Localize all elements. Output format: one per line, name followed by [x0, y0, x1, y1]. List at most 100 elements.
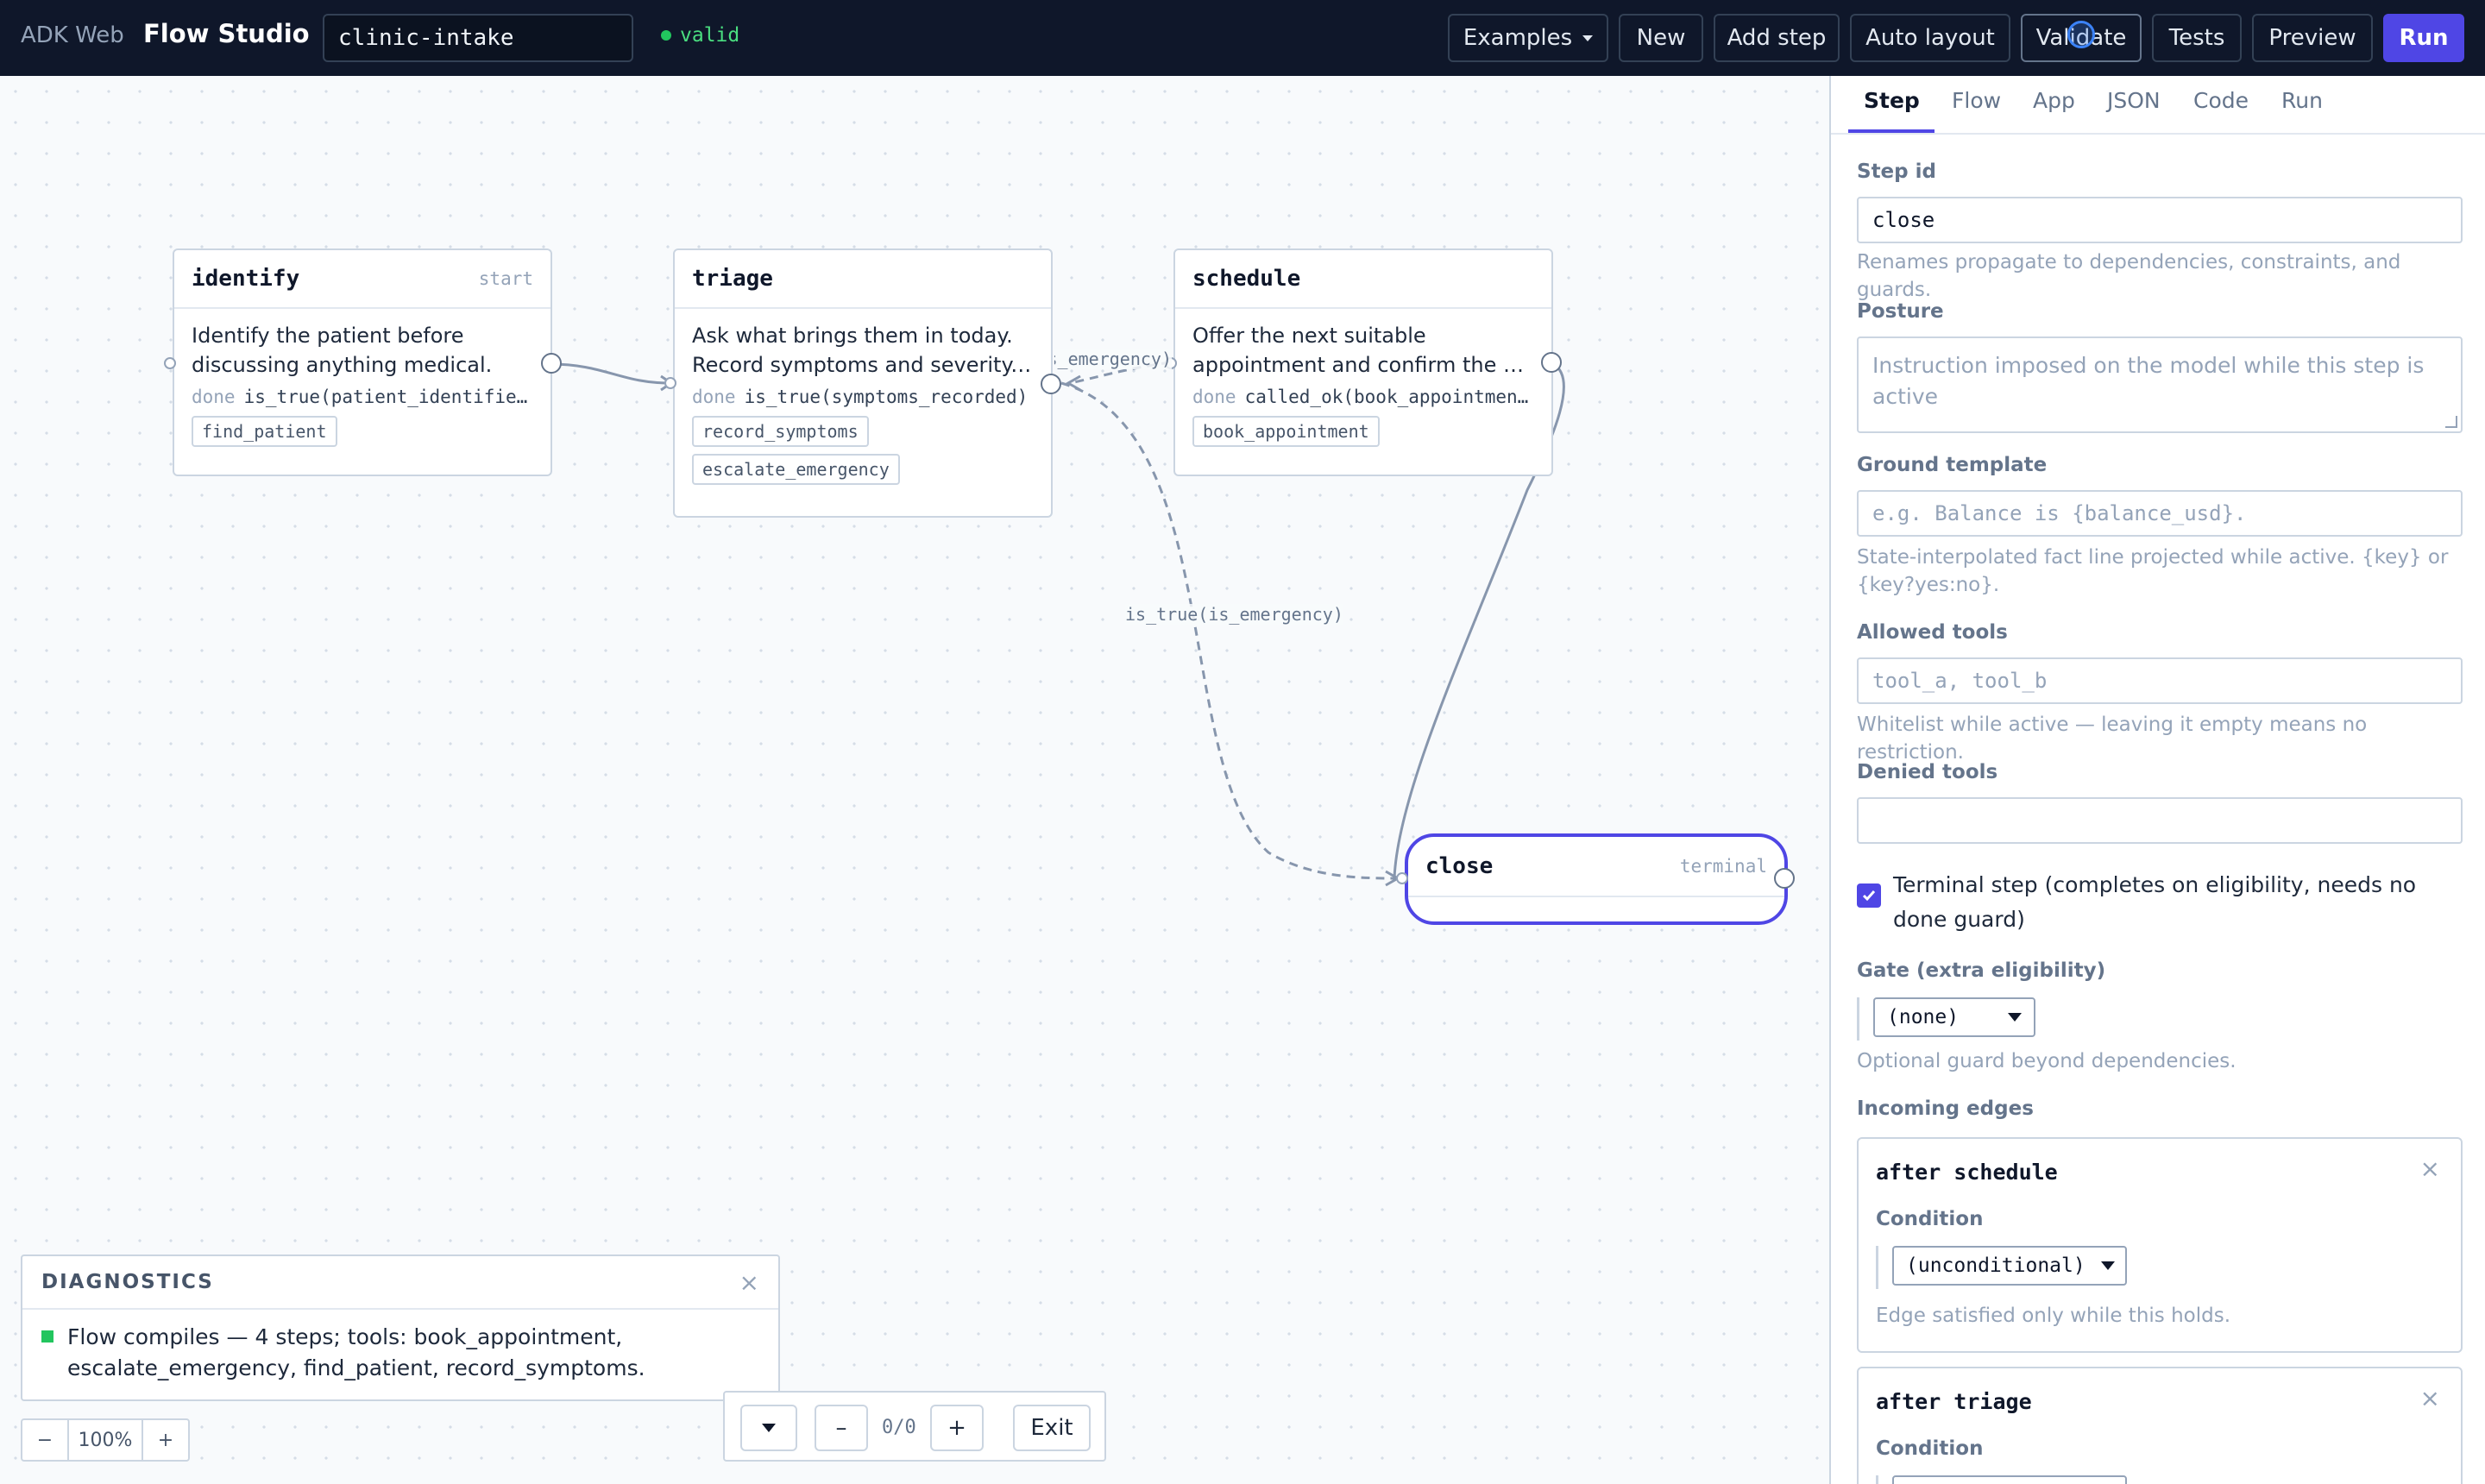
node-description-line: discussing anything medical.	[192, 353, 493, 377]
add-step-button[interactable]: Add step	[1714, 14, 1840, 62]
node-identify[interactable]: identify start Identify the patient befo…	[173, 248, 552, 476]
gate-select[interactable]: (none)	[1873, 997, 2035, 1037]
node-tag: start	[478, 268, 533, 289]
tab-flow[interactable]: Flow	[1952, 88, 2001, 113]
done-expression: is_true(symptoms_recorded)	[744, 387, 1029, 407]
tab-step[interactable]: Step	[1864, 88, 1920, 113]
close-icon[interactable]: ×	[2420, 1154, 2440, 1183]
terminal-step-label: Terminal step (completes on eligibility,…	[1893, 872, 2417, 932]
gate-select-wrap: (none)	[1857, 997, 2035, 1041]
terminal-step-checkbox[interactable]	[1857, 883, 1881, 908]
input-port[interactable]	[164, 357, 176, 369]
node-done-guard: done is_true(symptoms_recorded)	[692, 387, 1034, 407]
flow-name-input[interactable]: clinic-intake	[323, 14, 633, 62]
incoming-edge-title: after triage	[1876, 1389, 2032, 1414]
diagnostics-title: DIAGNOSTICS	[41, 1271, 214, 1293]
find-exit-button[interactable]: Exit	[1013, 1405, 1091, 1451]
resize-handle-icon[interactable]	[2445, 416, 2457, 428]
posture-label: Posture	[1857, 300, 1944, 323]
ground-template-label: Ground template	[1857, 454, 2048, 476]
node-description-line: Identify the patient before	[192, 324, 464, 348]
node-title: close	[1425, 853, 1494, 879]
tab-run[interactable]: Run	[2281, 88, 2323, 113]
node-title: schedule	[1192, 266, 1301, 292]
zoom-out-button[interactable]: −	[22, 1420, 67, 1460]
find-select[interactable]	[740, 1405, 797, 1451]
step-id-help: Renames propagate to dependencies, const…	[1857, 251, 2401, 301]
diagnostics-message: Flow compiles — 4 steps; tools: book_app…	[67, 1324, 645, 1380]
node-description-line: Record symptoms and severity. Escalate	[692, 353, 1034, 377]
examples-button[interactable]: Examples	[1448, 14, 1608, 62]
auto-layout-button[interactable]: Auto layout	[1850, 14, 2010, 62]
success-status-icon	[41, 1330, 53, 1343]
node-triage[interactable]: triage Ask what brings them in today. Re…	[673, 248, 1053, 518]
status-dot-icon	[661, 30, 671, 41]
posture-textarea[interactable]: Instruction imposed on the model while t…	[1857, 336, 2463, 433]
node-close[interactable]: close terminal	[1405, 833, 1788, 925]
output-port[interactable]	[1774, 868, 1795, 889]
step-id-label: Step id	[1857, 160, 1936, 183]
flow-canvas[interactable]: identify start Identify the patient befo…	[0, 76, 1829, 1484]
find-next-button[interactable]: +	[930, 1405, 984, 1451]
node-header: triage	[675, 250, 1051, 309]
input-port[interactable]	[1396, 872, 1408, 884]
node-title: triage	[692, 266, 773, 292]
allowed-tools-input[interactable]: tool_a, tool_b	[1857, 657, 2463, 704]
input-port[interactable]	[664, 377, 676, 389]
preview-button[interactable]: Preview	[2252, 14, 2373, 62]
output-port[interactable]	[1041, 374, 1061, 394]
brand-subtitle: ADK Web	[21, 22, 124, 48]
inspector-panel: Step Flow App JSON Code Run Step id clos…	[1829, 76, 2485, 1484]
zoom-in-button[interactable]: +	[143, 1420, 188, 1460]
condition-label: Condition	[1876, 1208, 1984, 1230]
tab-json[interactable]: JSON	[2107, 88, 2161, 113]
chevron-down-icon	[2100, 1261, 2115, 1270]
incoming-edge-title: after schedule	[1876, 1160, 2058, 1185]
node-description-line: appointment and confirm the booking.	[1192, 353, 1534, 377]
incoming-edges-label: Incoming edges	[1857, 1097, 2034, 1120]
tab-code[interactable]: Code	[2193, 88, 2249, 113]
denied-tools-input[interactable]	[1857, 797, 2463, 844]
edge-triage-schedule-arrow	[1065, 374, 1081, 392]
zoom-controls: − 100% +	[21, 1418, 190, 1462]
denied-tools-label: Denied tools	[1857, 761, 1998, 783]
close-icon[interactable]: ×	[739, 1268, 759, 1297]
node-tag: terminal	[1679, 856, 1767, 877]
step-id-input[interactable]: close	[1857, 197, 2463, 243]
find-prev-button[interactable]: –	[815, 1405, 868, 1451]
node-header: schedule	[1175, 250, 1551, 309]
output-port[interactable]	[1541, 352, 1562, 373]
gate-select-value: (none)	[1887, 1006, 1960, 1028]
edge-identify-triage[interactable]	[550, 362, 670, 385]
tests-button[interactable]: Tests	[2152, 14, 2242, 62]
inspector-tabs: Step Flow App JSON Code Run	[1831, 76, 2485, 135]
find-match-count: 0/0	[882, 1417, 916, 1438]
find-bar: – 0/0 + Exit	[723, 1391, 1106, 1462]
close-icon[interactable]: ×	[2420, 1384, 2440, 1412]
tool-chip: find_patient	[192, 416, 337, 447]
done-expression: called_ok(book_appointment)	[1244, 387, 1534, 407]
validation-status-text: valid	[680, 24, 740, 47]
node-header: close terminal	[1408, 837, 1784, 897]
tool-chip: escalate_emergency	[692, 454, 900, 485]
condition-select[interactable]	[1892, 1475, 2127, 1484]
ground-template-help: State-interpolated fact line projected w…	[1857, 546, 2449, 596]
gate-label: Gate (extra eligibility)	[1857, 959, 2106, 982]
condition-select-wrap	[1876, 1475, 2127, 1484]
node-done-guard: done called_ok(book_appointment)	[1192, 387, 1534, 407]
allowed-tools-help: Whitelist while active — leaving it empt…	[1857, 714, 2368, 764]
node-schedule[interactable]: schedule Offer the next suitable appoint…	[1173, 248, 1553, 476]
chevron-down-icon	[1582, 35, 1594, 41]
tool-chip: record_symptoms	[692, 416, 869, 447]
diagnostics-panel: DIAGNOSTICS × Flow compiles — 4 steps; t…	[21, 1254, 780, 1401]
ground-template-input[interactable]: e.g. Balance is {balance_usd}.	[1857, 490, 2463, 537]
new-button[interactable]: New	[1619, 14, 1703, 62]
tab-app[interactable]: App	[2033, 88, 2075, 113]
condition-select[interactable]: (unconditional)	[1892, 1246, 2127, 1286]
done-keyword: done	[1192, 387, 1236, 407]
output-port[interactable]	[541, 353, 562, 374]
done-keyword: done	[192, 387, 236, 407]
node-done-guard: done is_true(patient_identified)	[192, 387, 533, 407]
run-button[interactable]: Run	[2383, 14, 2464, 62]
validation-status: valid	[661, 24, 739, 47]
